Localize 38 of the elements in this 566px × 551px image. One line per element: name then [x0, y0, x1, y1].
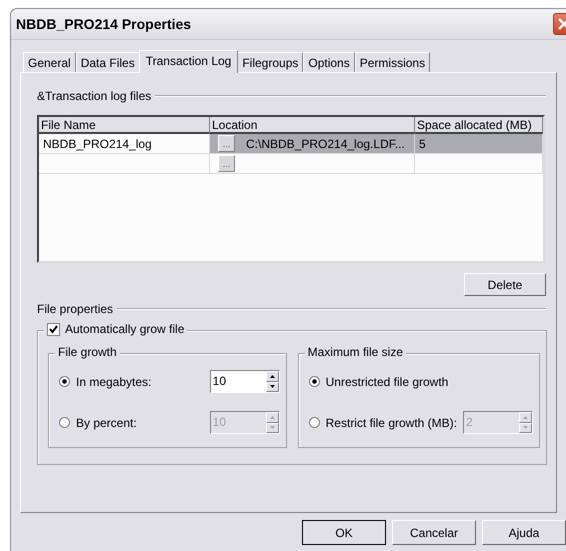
column-header[interactable]: Location	[210, 117, 415, 134]
tab[interactable]: Permissions	[354, 52, 430, 72]
dialog-button[interactable]: Cancelar	[392, 520, 476, 545]
group-label: Maximum file size	[304, 345, 406, 359]
table-cell: 5	[415, 134, 543, 154]
dialog-button[interactable]: Ajuda	[482, 520, 566, 545]
tab[interactable]: Data Files	[76, 52, 140, 72]
group-label: File growth	[55, 345, 120, 359]
browse-button[interactable]: ...	[218, 155, 235, 172]
tab[interactable]: General	[23, 52, 76, 72]
radio-label: Unrestricted file growth	[326, 374, 450, 388]
section-label: &Transaction log files	[37, 89, 152, 103]
dialog-button[interactable]: OK	[302, 520, 386, 545]
location-text: C:\NBDB_PRO214_log.LDF...	[246, 136, 405, 150]
radio-label: By percent:	[76, 416, 138, 430]
radio-button[interactable]	[308, 376, 320, 387]
browse-button[interactable]: ...	[218, 135, 235, 152]
tab[interactable]: Options	[303, 52, 355, 72]
tab[interactable]: Transaction Log	[138, 50, 238, 73]
column-header[interactable]: File Name	[39, 117, 210, 134]
spin-field[interactable]: 10	[210, 370, 280, 393]
section-label: File properties	[37, 302, 114, 316]
radio-button[interactable]	[59, 376, 70, 387]
checkbox[interactable]	[47, 322, 60, 336]
down-arrow-icon	[270, 385, 275, 388]
tab[interactable]: Filegroups	[237, 52, 304, 72]
window-title: NBDB_PRO214 Properties	[16, 16, 192, 32]
up-arrow-icon	[523, 416, 528, 419]
down-arrow-icon	[523, 426, 528, 430]
delete-button[interactable]: Delete	[464, 273, 546, 296]
table-cell: NBDB_PRO214_log	[39, 134, 210, 154]
up-arrow-icon	[270, 416, 275, 419]
column-header[interactable]: Space allocated (MB)	[415, 117, 543, 134]
up-arrow-icon	[270, 374, 275, 378]
checkbox-label: Automatically grow file	[65, 322, 184, 336]
radio-label: In megabytes:	[76, 374, 152, 388]
down-arrow-icon	[270, 426, 275, 430]
radio-label: Restrict file growth (MB):	[326, 416, 457, 430]
